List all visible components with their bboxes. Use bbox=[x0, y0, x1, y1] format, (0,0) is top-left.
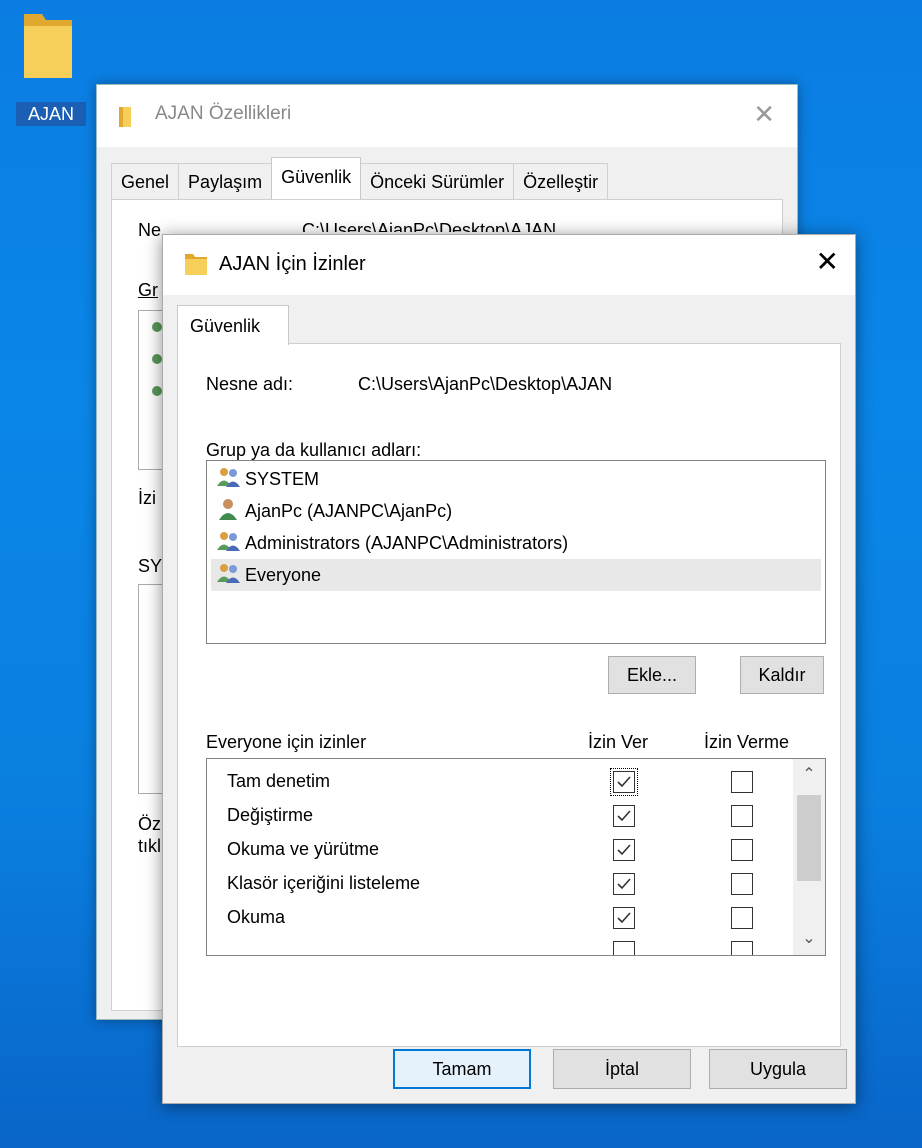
user-icon bbox=[217, 498, 245, 525]
deny-checkbox[interactable] bbox=[731, 805, 753, 827]
permission-row-read-execute: Okuma ve yürütme bbox=[207, 833, 787, 867]
permission-name: Okuma ve yürütme bbox=[227, 839, 380, 859]
permission-row-read: Okuma bbox=[207, 901, 787, 935]
allow-checkbox[interactable] bbox=[613, 941, 635, 955]
close-icon[interactable]: ✕ bbox=[753, 99, 775, 130]
system-label-fragment: SY bbox=[138, 556, 163, 576]
object-name-label: Nesne adı: bbox=[206, 374, 294, 394]
tab-security[interactable]: Güvenlik bbox=[271, 157, 362, 199]
user-item-administrators[interactable]: Administrators (AJANPC\Administrators) bbox=[211, 527, 821, 559]
permissions-for-label: Everyone için izinler bbox=[206, 732, 367, 752]
check-icon bbox=[617, 878, 631, 890]
desktop-folder-label[interactable]: AJAN bbox=[16, 102, 86, 126]
user-item-ajanpc[interactable]: AjanPc (AJANPC\AjanPc) bbox=[211, 495, 821, 527]
security-panel: Nesne adı: C:\Users\AjanPc\Desktop\AJAN … bbox=[177, 343, 841, 1047]
object-label-fragment: Ne bbox=[138, 220, 162, 240]
properties-title: AJAN Özellikleri bbox=[155, 103, 292, 124]
permissions-list: Tam denetim Değiştirme Okuma ve yürütme … bbox=[206, 758, 826, 956]
allow-checkbox[interactable] bbox=[613, 907, 635, 929]
permissions-titlebar[interactable]: AJAN İçin İzinler ✕ bbox=[163, 235, 855, 295]
click-label-fragment: tıkl bbox=[138, 836, 162, 856]
permissions-dialog: AJAN İçin İzinler ✕ Güvenlik Nesne adı: … bbox=[162, 234, 856, 1104]
allow-column-header: İzin Ver bbox=[588, 732, 649, 752]
add-button[interactable]: Ekle... bbox=[608, 656, 696, 694]
deny-checkbox[interactable] bbox=[731, 771, 753, 793]
permission-row-full-control: Tam denetim bbox=[207, 765, 787, 799]
permission-name: Değiştirme bbox=[227, 805, 314, 825]
user-name: Administrators (AJANPC\Administrators) bbox=[245, 532, 569, 553]
permission-name: Okuma bbox=[227, 907, 286, 927]
check-icon bbox=[617, 912, 631, 924]
deny-column-header: İzin Verme bbox=[704, 732, 790, 752]
permission-name: Klasör içeriğini listeleme bbox=[227, 873, 421, 893]
object-path-fragment: C:\Users\AjanPc\Desktop\AJAN bbox=[302, 220, 557, 232]
users-list: SYSTEM AjanPc (AJANPC\AjanPc) Administra… bbox=[206, 460, 826, 644]
tab-sharing[interactable]: Paylaşım bbox=[178, 163, 273, 199]
tab-previous-versions[interactable]: Önceki Sürümler bbox=[360, 163, 515, 199]
user-item-everyone[interactable]: Everyone bbox=[211, 559, 821, 591]
group-users-icon bbox=[217, 466, 245, 493]
user-name: AjanPc (AJANPC\AjanPc) bbox=[245, 500, 453, 521]
object-path: C:\Users\AjanPc\Desktop\AJAN bbox=[358, 374, 613, 394]
scroll-up-icon[interactable]: ⌃ bbox=[793, 759, 825, 791]
user-name: SYSTEM bbox=[245, 468, 320, 489]
deny-checkbox[interactable] bbox=[731, 873, 753, 895]
special-label-fragment: Öz bbox=[138, 814, 162, 834]
group-users-icon bbox=[217, 562, 245, 589]
remove-button[interactable]: Kaldır bbox=[740, 656, 824, 694]
user-item-system[interactable]: SYSTEM bbox=[211, 463, 821, 495]
user-name: Everyone bbox=[245, 564, 322, 585]
allow-checkbox[interactable] bbox=[613, 839, 635, 861]
permissions-title: AJAN İçin İzinler bbox=[219, 253, 366, 275]
allow-checkbox[interactable] bbox=[613, 873, 635, 895]
cancel-button[interactable]: İptal bbox=[553, 1049, 691, 1089]
deny-checkbox[interactable] bbox=[731, 941, 753, 955]
properties-tabs: Genel Paylaşım Güvenlik Önceki Sürümler … bbox=[111, 157, 609, 199]
title-folder-icon bbox=[119, 107, 141, 132]
deny-checkbox[interactable] bbox=[731, 907, 753, 929]
properties-titlebar[interactable]: AJAN Özellikleri ✕ bbox=[97, 85, 797, 147]
tab-security[interactable]: Güvenlik bbox=[177, 305, 289, 345]
allow-checkbox[interactable] bbox=[613, 805, 635, 827]
ok-button[interactable]: Tamam bbox=[393, 1049, 531, 1089]
permission-row-partial bbox=[207, 935, 787, 955]
permission-row-list-folder: Klasör içeriğini listeleme bbox=[207, 867, 787, 901]
tab-general[interactable]: Genel bbox=[111, 163, 180, 199]
group-users-label: Grup ya da kullanıcı adları: bbox=[206, 440, 422, 460]
title-folder-icon bbox=[183, 251, 209, 282]
scroll-thumb[interactable] bbox=[797, 795, 821, 881]
deny-checkbox[interactable] bbox=[731, 839, 753, 861]
group-label-fragment: Gr bbox=[138, 280, 158, 300]
group-users-icon bbox=[217, 530, 245, 557]
tab-customize[interactable]: Özelleştir bbox=[513, 163, 609, 199]
allow-checkbox[interactable] bbox=[610, 768, 638, 796]
close-icon[interactable]: ✕ bbox=[816, 245, 839, 278]
permission-row-modify: Değiştirme bbox=[207, 799, 787, 833]
check-icon bbox=[617, 844, 631, 856]
permission-name: Tam denetim bbox=[227, 771, 331, 791]
apply-button[interactable]: Uygula bbox=[709, 1049, 847, 1089]
check-icon bbox=[617, 810, 631, 822]
desktop-folder-icon[interactable] bbox=[20, 8, 76, 82]
scroll-down-icon[interactable]: ⌄ bbox=[793, 923, 825, 955]
permissions-scrollbar[interactable]: ⌃ ⌄ bbox=[793, 759, 825, 955]
check-icon bbox=[617, 776, 631, 788]
permissions-label-fragment: İzi bbox=[138, 488, 156, 508]
